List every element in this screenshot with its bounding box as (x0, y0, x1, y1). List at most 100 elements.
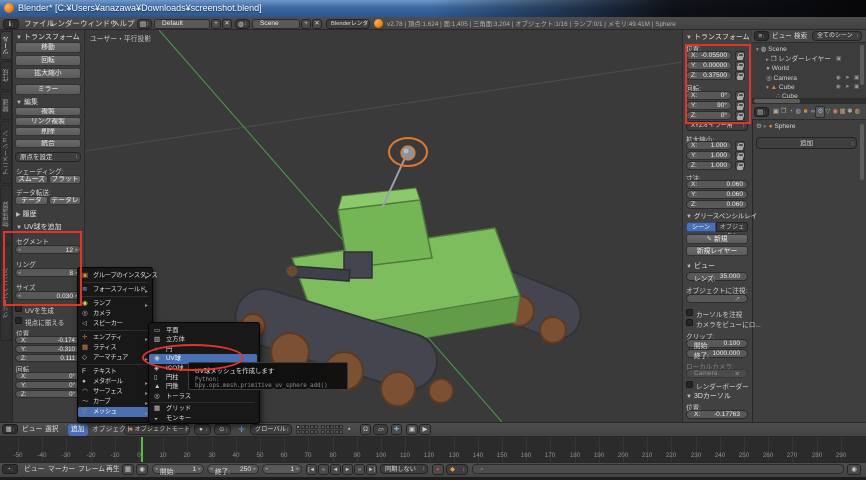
layer-toggle[interactable] (296, 430, 300, 434)
transform-button-1[interactable]: 回転 (15, 55, 81, 66)
render-icon[interactable]: ▣ (836, 55, 841, 64)
keying-set-field[interactable]: ⌕ (472, 464, 844, 474)
layer-toggle[interactable] (339, 425, 343, 429)
npanel-scale-lock-icon-1[interactable] (735, 151, 745, 160)
join-button[interactable]: 統合 (15, 139, 81, 148)
data-button[interactable]: データ (15, 196, 48, 205)
layer-toggle[interactable] (321, 425, 325, 429)
operator-rot-field-0[interactable]: X:0° (15, 372, 81, 380)
gpencil-tab-scene[interactable]: シーン (686, 222, 716, 232)
scene-field[interactable]: Scene (252, 19, 300, 29)
add-menu-item-1[interactable]: ≋フォースフィールド▸ (78, 285, 150, 295)
orientation-dropdown[interactable]: グローバル↕ (250, 424, 292, 435)
outliner-menu-1[interactable]: 検索 (794, 31, 807, 42)
pivot-center-icon[interactable]: ⊙↕ (214, 424, 231, 435)
npanel-loc-lock-icon-0[interactable] (735, 51, 745, 60)
operator-rot-field-2[interactable]: Z:0° (15, 390, 81, 398)
view3d-menu-選択[interactable]: 選択 (45, 424, 59, 436)
npanel-loc-lock-icon-2[interactable] (735, 71, 745, 80)
physics-tab-icon[interactable]: ◍ (853, 107, 861, 117)
layer-toggle[interactable] (296, 425, 300, 429)
frame-start-field[interactable]: ◂開始:1▸ (152, 464, 204, 474)
toolshelf-tab-2[interactable]: 関連 (0, 91, 12, 120)
add-menu-item-10[interactable]: ◠サーフェス▸ (78, 387, 150, 397)
layer-toggle[interactable] (314, 425, 318, 429)
npanel-rot-lock-icon-1[interactable] (735, 101, 745, 110)
mesh-menu-item-2[interactable]: ○円 (149, 345, 257, 354)
manipulator-icon[interactable]: ✛ (236, 424, 247, 435)
layer-toggle[interactable] (310, 425, 314, 429)
npanel-3dcursor-title[interactable]: ▼3Dカーソル (686, 391, 731, 401)
npanel-loc-field-2[interactable]: Z:0.37500 (686, 71, 732, 80)
npanel-rot-lock-icon-0[interactable] (735, 91, 745, 100)
npanel-loc-field-1[interactable]: Y:0.00000 (686, 61, 732, 70)
transform-button-0[interactable]: 移動 (15, 42, 81, 53)
eye-icon[interactable]: ◉ (836, 74, 841, 83)
mesh-menu-item-1[interactable]: ▧立方体 (149, 335, 257, 344)
prev-keyframe-icon[interactable]: « (318, 464, 329, 475)
npanel-gpencil-title[interactable]: ▼グリースペンシルレイ (686, 211, 757, 220)
add-menu-item-7[interactable]: ◇アーマチュア▸ (78, 353, 150, 363)
npanel-rot-field-0[interactable]: X:0° (686, 91, 732, 100)
npanel-rot-lock-icon-2[interactable] (735, 111, 745, 120)
add-scene-button[interactable]: + (301, 19, 311, 29)
mesh-menu-item-7[interactable]: ◎トーラス (149, 392, 257, 401)
lock-object-field[interactable]: ↗ (686, 294, 748, 303)
layer-toggle[interactable] (326, 430, 330, 434)
npanel-scale-field-1[interactable]: Y:1.000 (686, 151, 732, 160)
operator-checkbox-0[interactable] (15, 305, 22, 312)
editor-type-view3d-icon[interactable]: ▦↕ (2, 424, 18, 434)
render-engine-dropdown[interactable]: Blenderレンダー↕ (326, 19, 370, 29)
timeline-menu-1[interactable]: マーカー (48, 464, 75, 476)
npanel-scale-lock-icon-2[interactable] (735, 161, 745, 170)
mesh-menu-item-9[interactable]: ◒モンキー (149, 414, 257, 423)
operator-rot-field-1[interactable]: Y:0° (15, 381, 81, 389)
npanel-transform-title[interactable]: ▼トランスフォーム (686, 32, 750, 42)
layer-toggle[interactable] (305, 425, 309, 429)
gpencil-new-layer-button[interactable]: 新規レイヤー (686, 246, 748, 256)
npanel-view-title[interactable]: ▼ビュー (686, 261, 715, 271)
operator-loc-field-0[interactable]: X:-0.174 (15, 336, 81, 344)
jump-to-end-icon[interactable]: ►| (366, 464, 377, 475)
outliner-scope-dropdown[interactable]: 全てのシーン↕ (812, 31, 862, 41)
editor-type-timeline-icon[interactable]: ◔↕ (2, 464, 18, 474)
layer-toggle[interactable] (321, 430, 325, 434)
toolshelf-tab-0[interactable]: ツール (0, 31, 12, 60)
timeline-menu-2[interactable]: フレーム (78, 464, 105, 476)
opengl-anim-icon[interactable]: ▶ (419, 424, 431, 435)
close-layout-button[interactable]: ✕ (222, 19, 232, 29)
mirror-button[interactable]: ミラー (15, 84, 81, 95)
npanel-scale-field-0[interactable]: X:1.000 (686, 141, 732, 150)
view3d-menu-追加[interactable]: 追加 (68, 424, 88, 436)
add-menu-item-0[interactable]: ▣グループのインスタンス▸ (78, 271, 150, 281)
layer-toggle[interactable] (301, 430, 305, 434)
add-menu-item-8[interactable]: Fテキスト (78, 367, 150, 377)
lock-layers-icon[interactable]: ▪ (348, 424, 357, 435)
layer-toggle[interactable] (335, 425, 339, 429)
slider-0[interactable]: ◂12▸ (15, 245, 81, 254)
editor-type-info-icon[interactable]: ℹ↕ (3, 19, 19, 29)
layer-toggle[interactable] (314, 430, 318, 434)
npanel-loc-lock-icon-1[interactable] (735, 61, 745, 70)
infobar-menu-1[interactable]: レンダー (50, 18, 80, 30)
render-icon[interactable]: ▣ (854, 83, 859, 92)
render-icon[interactable]: ▣ (854, 74, 859, 83)
add-layout-button[interactable]: + (211, 19, 221, 29)
close-scene-button[interactable]: ✕ (312, 19, 322, 29)
view3d-menu-オブジェクト[interactable]: オブジェクト (92, 424, 133, 436)
npanel-rot-field-1[interactable]: Y:90° (686, 101, 732, 110)
outliner-row-world[interactable]: ● World (766, 64, 789, 74)
record-icon[interactable]: ● (432, 464, 444, 475)
npanel-dim-field-2[interactable]: Z:0.060 (686, 200, 748, 209)
play-icon[interactable]: ► (342, 464, 353, 475)
gpencil-new-button[interactable]: ✎ 新規 (686, 234, 748, 244)
data-layer-button[interactable]: データレ (49, 196, 81, 205)
lens-field[interactable]: レンズ:35.000 (686, 272, 748, 281)
timeline-menu-0[interactable]: ビュー (24, 464, 44, 476)
outliner-menu-0[interactable]: ビュー (772, 31, 792, 42)
layers-widget[interactable] (296, 425, 344, 434)
cursor-x-field[interactable]: X:-0.17763 (686, 410, 748, 419)
add-menu-item-6[interactable]: ▦ラティス (78, 343, 150, 353)
eye-icon[interactable]: ◉ (836, 83, 841, 92)
lock-camera-checkbox[interactable] (686, 319, 693, 326)
